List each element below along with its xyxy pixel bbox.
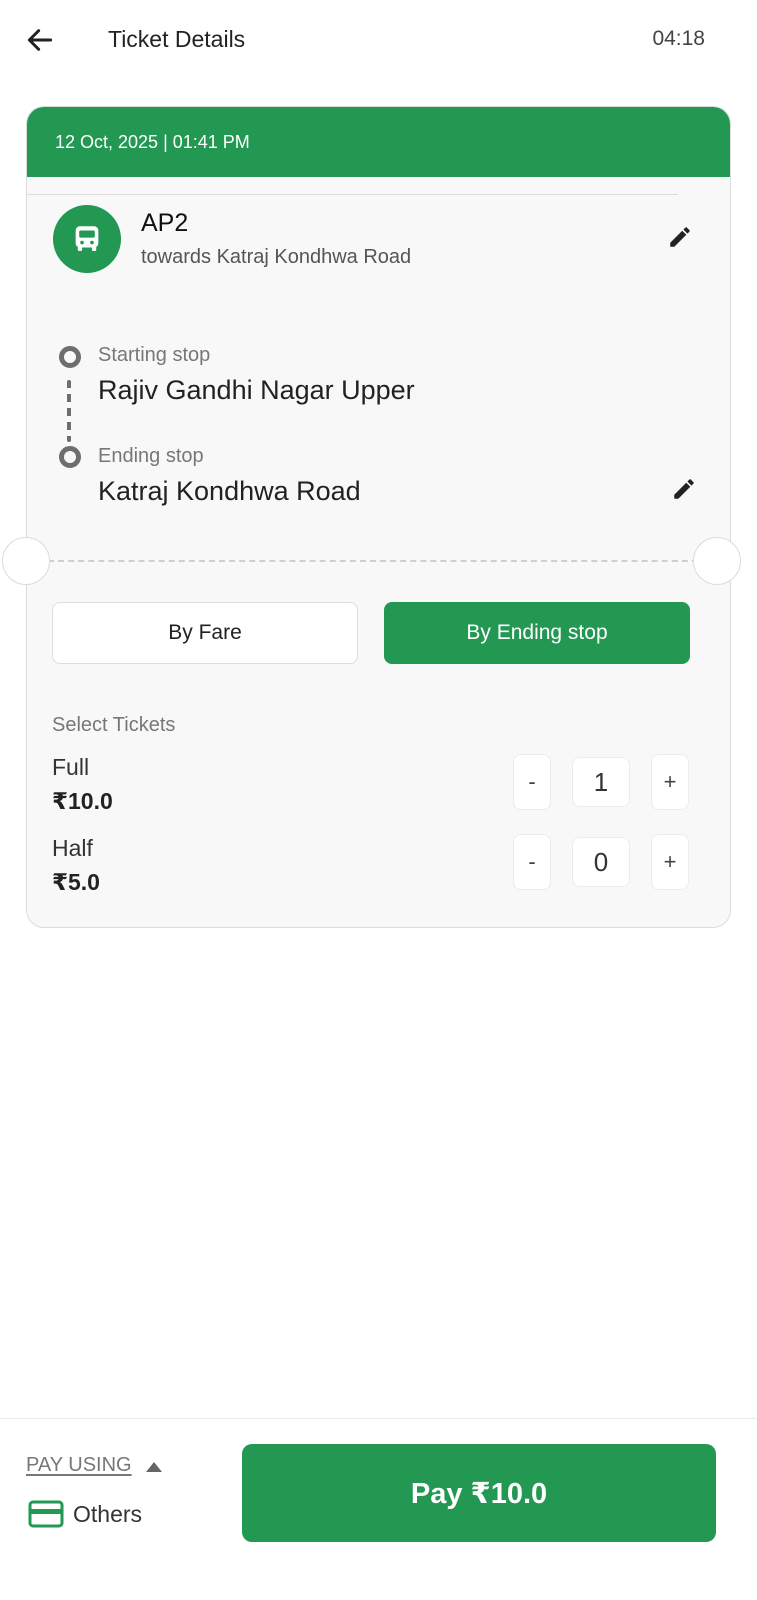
payment-method-label[interactable]: Others [73,1501,142,1528]
by-fare-button[interactable]: By Fare [52,602,358,664]
starting-stop-name: Rajiv Gandhi Nagar Upper [98,375,415,405]
session-timer: 04:18 [652,27,705,50]
route-direction: towards Katraj Kondhwa Road [141,246,412,268]
pencil-icon [670,227,690,247]
select-tickets-title: Select Tickets [52,714,176,736]
ticket-datetime: 12 Oct, 2025 | 01:41 PM [55,131,250,152]
ticket-details-screen: Ticket Details 04:18 12 Oct, 2025 | 01:4… [0,0,757,1600]
caret-up-icon[interactable] [146,1462,162,1472]
ticket-notch-right [693,537,741,585]
route-line [67,380,71,442]
route-divider [26,194,678,195]
by-ending-stop-button[interactable]: By Ending stop [384,602,690,664]
pay-using-toggle[interactable]: PAY USING [26,1454,132,1477]
ending-stop-marker [59,446,81,468]
ticket-price-full: ₹10.0 [52,788,113,814]
starting-stop-marker [59,346,81,368]
decrease-full-button[interactable]: - [513,754,551,810]
page-title: Ticket Details [108,26,246,52]
decrease-half-button[interactable]: - [513,834,551,890]
route-info: AP2 towards Katraj Kondhwa Road [27,177,730,297]
bus-icon [75,226,99,252]
ending-stop-name: Katraj Kondhwa Road [98,476,361,506]
full-quantity: 1 [572,757,630,807]
increase-full-button[interactable]: + [651,754,689,810]
credit-card-icon [28,1500,64,1528]
bus-badge [53,205,121,273]
ticket-perforation [48,560,708,562]
ticket-notch-left [2,537,50,585]
pencil-icon [674,479,694,499]
ticket-price-half: ₹5.0 [52,869,100,895]
route-code: AP2 [141,209,189,237]
pay-button[interactable]: Pay ₹10.0 [242,1444,716,1542]
ending-stop-label: Ending stop [98,445,204,467]
ticket-type-half: Half [52,835,93,861]
ticket-card-header: 12 Oct, 2025 | 01:41 PM [27,107,730,177]
increase-half-button[interactable]: + [651,834,689,890]
starting-stop-label: Starting stop [98,344,211,366]
edit-stops-button[interactable] [668,473,700,505]
ticket-type-full: Full [52,754,90,780]
back-button[interactable] [22,22,58,58]
edit-route-button[interactable] [664,221,696,253]
app-header: Ticket Details 04:18 [0,0,757,84]
arrow-left-icon [27,29,53,51]
half-quantity: 0 [572,837,630,887]
